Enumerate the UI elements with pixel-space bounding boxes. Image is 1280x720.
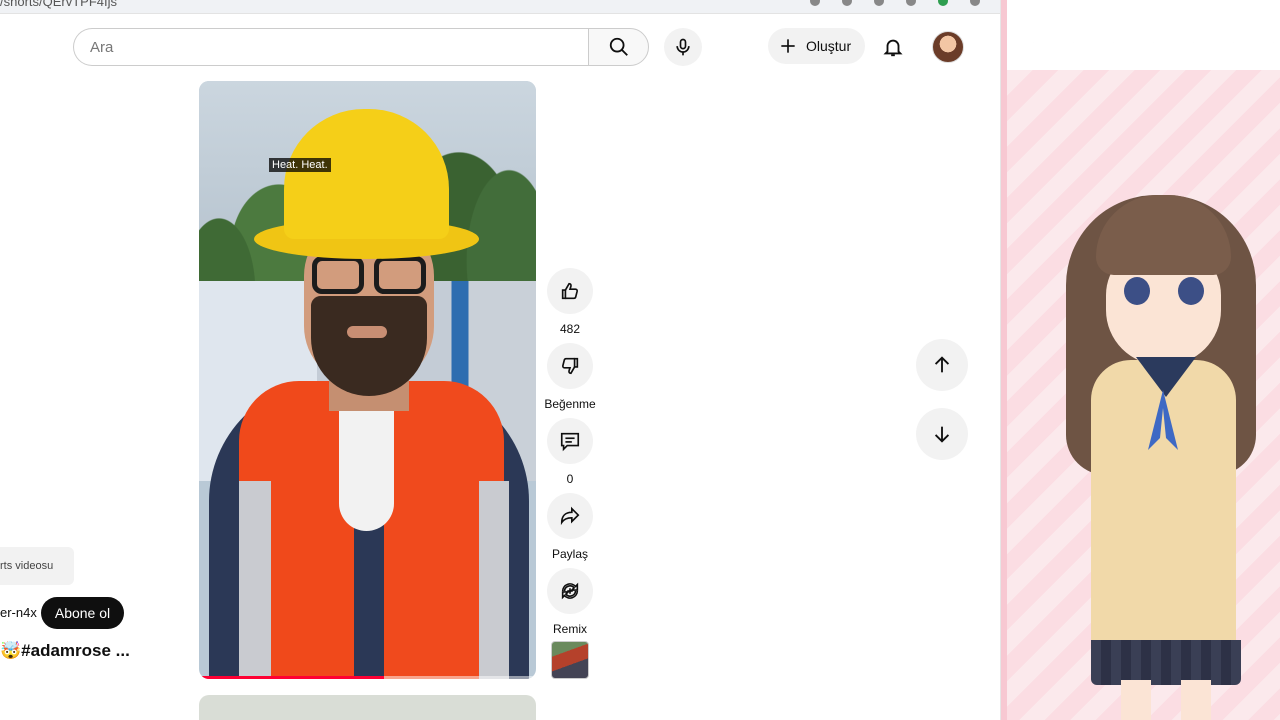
comment-button[interactable] [547, 418, 593, 464]
search-input[interactable] [90, 38, 589, 56]
comment-icon [560, 432, 580, 452]
video-frame-hardhat [254, 109, 479, 259]
voice-search-button[interactable] [664, 28, 702, 66]
browser-address-bar[interactable]: /shorts/QErvTPF4Ijs [0, 0, 1000, 14]
subscribe-button[interactable]: Abone ol [41, 597, 124, 629]
video-caption: Heat. Heat. [269, 158, 331, 172]
next-video-button[interactable] [916, 408, 968, 460]
video-frame-mouth [347, 326, 387, 338]
search-button[interactable] [588, 28, 649, 66]
video-frame-vest-stripe [479, 481, 509, 679]
like-action[interactable]: 482 [546, 268, 594, 336]
search-input-container[interactable] [73, 28, 589, 66]
dislike-action[interactable]: Beğenme [544, 343, 596, 411]
like-count: 482 [559, 322, 581, 336]
shorts-tag-text: rts videosu [0, 560, 54, 572]
previous-video-button[interactable] [916, 339, 968, 391]
video-frame-tshirt [339, 411, 394, 531]
remix-action[interactable]: Remix [546, 568, 594, 636]
share-action[interactable]: Paylaş [546, 493, 594, 561]
dislike-button[interactable] [547, 343, 593, 389]
video-frame-vest-stripe [239, 481, 271, 679]
sound-thumbnail[interactable] [551, 641, 589, 679]
next-video-preview[interactable] [199, 695, 536, 720]
avatar[interactable] [932, 31, 964, 63]
tab-search-icon[interactable] [906, 0, 916, 6]
bell-icon [883, 39, 903, 57]
thumbs-up-icon [561, 282, 579, 300]
arrow-down-icon [934, 426, 950, 443]
create-button[interactable]: Oluştur [768, 28, 866, 64]
remix-icon [561, 582, 579, 600]
comment-action[interactable]: 0 [546, 418, 594, 486]
translate-icon[interactable] [810, 0, 820, 6]
share-icon [560, 506, 580, 526]
video-title[interactable]: 🤯#adamrose ... [0, 641, 130, 661]
browser-toolbar-icons [810, 0, 980, 6]
remix-label: Remix [552, 622, 587, 636]
shorts-tag-tooltip: rts videosu [0, 547, 74, 585]
remix-button[interactable] [547, 568, 593, 614]
panel-scallop-border [1001, 0, 1280, 70]
shorts-video-player[interactable]: Heat. Heat. [199, 81, 536, 679]
share-button[interactable] [547, 493, 593, 539]
like-button[interactable] [547, 268, 593, 314]
microphone-icon [676, 38, 690, 56]
url-text: /shorts/QErvTPF4Ijs [0, 0, 118, 9]
cast-icon[interactable] [842, 0, 852, 6]
video-frame-glasses [312, 256, 432, 296]
profile-icon[interactable] [938, 0, 948, 6]
vtuber-overlay-panel [1000, 0, 1280, 720]
anime-girl-illustration [1056, 185, 1266, 720]
browser-menu-icon[interactable] [970, 0, 980, 6]
dislike-label: Beğenme [544, 397, 596, 411]
notifications-button[interactable] [874, 28, 912, 66]
channel-name[interactable]: er-n4x [0, 605, 37, 620]
video-progress-bar[interactable] [199, 676, 536, 679]
comment-count: 0 [566, 472, 574, 486]
bookmark-star-icon[interactable] [874, 0, 884, 6]
create-button-label: Oluştur [806, 38, 852, 54]
search-icon [609, 37, 628, 56]
arrow-up-icon [934, 356, 950, 373]
plus-icon [781, 39, 795, 53]
video-progress-fill [199, 676, 385, 679]
share-label: Paylaş [551, 547, 589, 561]
panel-edge-band [1001, 0, 1007, 720]
thumbs-down-icon [561, 357, 579, 375]
